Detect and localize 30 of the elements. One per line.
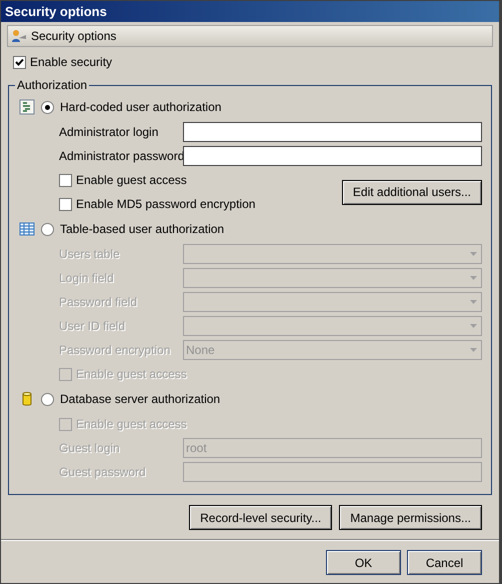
radio-button[interactable]: [41, 100, 54, 114]
checkbox-label: Enable guest access: [76, 173, 187, 187]
field-label: Administrator password: [59, 149, 183, 163]
list-icon: [19, 99, 35, 115]
ok-button[interactable]: OK: [326, 550, 401, 575]
action-button[interactable]: Manage permissions...: [339, 505, 482, 530]
group-title: Authorization: [16, 78, 88, 92]
checkbox-label: Enable security: [30, 55, 112, 69]
cancel-button[interactable]: Cancel: [407, 550, 482, 575]
dropdown-arrow-icon: [470, 300, 477, 304]
users-icon: [11, 29, 27, 43]
input-field[interactable]: [183, 146, 482, 166]
edit-users-button[interactable]: Edit additional users...: [342, 180, 482, 204]
dropdown-arrow-icon: [470, 276, 477, 280]
checkbox[interactable]: [13, 56, 26, 68]
radio-label: Table-based user authorization: [60, 222, 224, 236]
dropdown-arrow-icon: [470, 348, 477, 352]
dropdown-arrow-icon: [470, 252, 477, 256]
checkbox[interactable]: [59, 174, 72, 186]
radio-label: Database server authorization: [60, 392, 220, 406]
radio-label: Hard-coded user authorization: [60, 100, 222, 114]
dropdown-arrow-icon: [470, 324, 477, 328]
field-label: Administrator login: [59, 125, 160, 139]
checkbox[interactable]: [59, 198, 72, 210]
section-title: Security options: [31, 29, 116, 43]
action-button[interactable]: Record-level security...: [189, 505, 332, 530]
input-field[interactable]: [183, 122, 482, 142]
table-icon: [19, 221, 35, 237]
window-title: Security options: [1, 1, 499, 22]
checkbox-label: Enable MD5 password encryption: [76, 197, 256, 211]
